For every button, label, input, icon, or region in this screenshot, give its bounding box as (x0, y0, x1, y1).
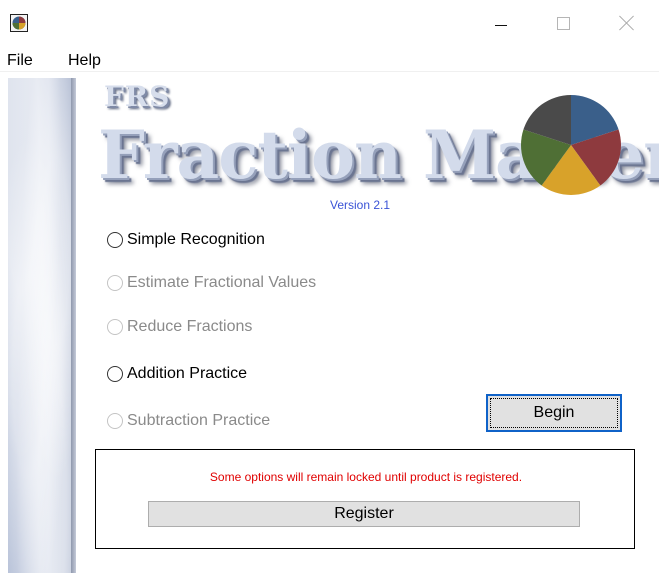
menu-help[interactable]: Help (68, 52, 101, 70)
app-window: File Help FRS Fraction Master Version 2.… (0, 0, 659, 573)
close-icon (619, 15, 635, 31)
option-subtraction-practice[interactable]: Subtraction Practice (107, 412, 270, 430)
side-strip-edge (71, 78, 76, 573)
maximize-button[interactable] (540, 0, 586, 46)
option-estimate-fractional-values[interactable]: Estimate Fractional Values (107, 274, 316, 292)
minimize-button[interactable] (478, 0, 524, 46)
radio-circle-icon[interactable] (107, 366, 123, 382)
minimize-icon (495, 24, 507, 26)
radio-circle-icon[interactable] (107, 319, 123, 335)
radio-circle-icon[interactable] (107, 413, 123, 429)
menu-file[interactable]: File (7, 52, 33, 70)
decorative-side-strip (8, 78, 76, 573)
option-simple-recognition[interactable]: Simple Recognition (107, 231, 265, 249)
option-addition-practice[interactable]: Addition Practice (107, 365, 247, 383)
radio-circle-icon[interactable] (107, 275, 123, 291)
begin-button[interactable]: Begin (486, 394, 622, 432)
logo-brand: FRS (104, 80, 171, 113)
version-label: Version 2.1 (330, 198, 391, 212)
title-bar[interactable] (0, 0, 659, 46)
option-label: Simple Recognition (127, 231, 265, 248)
menu-bar: File Help (0, 50, 659, 72)
option-label: Estimate Fractional Values (127, 274, 317, 291)
option-label: Subtraction Practice (127, 412, 271, 429)
option-label: Reduce Fractions (127, 318, 253, 335)
option-label: Addition Practice (127, 365, 248, 382)
fraction-pie-logo (521, 95, 621, 195)
register-panel: Some options will remain locked until pr… (95, 449, 635, 549)
radio-circle-icon[interactable] (107, 232, 123, 248)
register-button[interactable]: Register (148, 501, 580, 527)
registration-warning: Some options will remain locked until pr… (209, 470, 523, 484)
option-reduce-fractions[interactable]: Reduce Fractions (107, 318, 252, 336)
app-pie-icon[interactable] (10, 14, 28, 32)
close-button[interactable] (604, 0, 650, 46)
maximize-icon (556, 16, 570, 30)
